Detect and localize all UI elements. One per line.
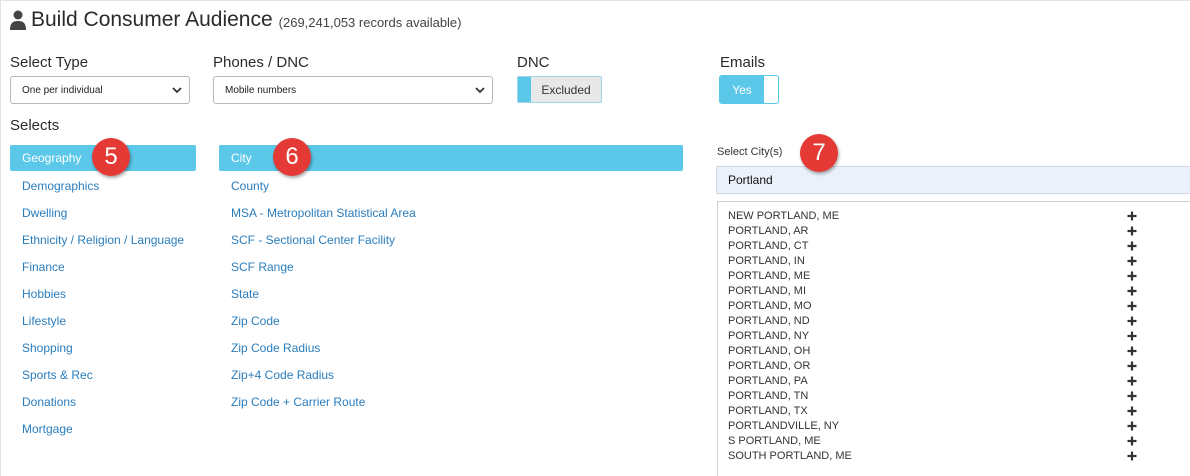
plus-icon[interactable] — [1127, 361, 1137, 371]
option-county[interactable]: County — [231, 179, 269, 193]
city-result-row[interactable]: NEW PORTLAND, ME — [728, 210, 1138, 225]
category-mortgage[interactable]: Mortgage — [22, 422, 73, 436]
city-result-row[interactable]: PORTLAND, TX — [728, 405, 1138, 420]
plus-icon[interactable] — [1127, 406, 1137, 416]
category-hobbies[interactable]: Hobbies — [22, 287, 66, 301]
category-sports-rec[interactable]: Sports & Rec — [22, 368, 93, 382]
city-result-row[interactable]: S PORTLAND, ME — [728, 435, 1138, 450]
city-select-label: Select City(s) — [717, 146, 783, 158]
select-type-dropdown[interactable]: One per individual — [10, 76, 190, 104]
city-result-label: S PORTLAND, ME — [728, 435, 821, 447]
city-result-row[interactable]: PORTLAND, CT — [728, 240, 1138, 255]
option-state[interactable]: State — [231, 287, 259, 301]
city-search-input[interactable]: Portland — [716, 166, 1190, 194]
city-result-label: PORTLAND, IN — [728, 255, 805, 267]
phones-dnc-label: Phones / DNC — [213, 54, 309, 71]
plus-icon[interactable] — [1127, 436, 1137, 446]
plus-icon[interactable] — [1127, 346, 1137, 356]
plus-icon[interactable] — [1127, 301, 1137, 311]
city-result-label: PORTLAND, NY — [728, 330, 810, 342]
city-result-label: PORTLAND, PA — [728, 375, 808, 387]
city-result-label: PORTLAND, TN — [728, 390, 809, 402]
option-zip-code-radius[interactable]: Zip Code Radius — [231, 341, 320, 355]
step-badge-6: 6 — [273, 138, 311, 176]
plus-icon[interactable] — [1127, 331, 1137, 341]
dnc-toggle-knob — [518, 77, 531, 102]
city-result-label: PORTLAND, MO — [728, 300, 812, 312]
plus-icon[interactable] — [1127, 376, 1137, 386]
step-badge-5: 5 — [92, 138, 130, 176]
city-result-row[interactable]: PORTLAND, IN — [728, 255, 1138, 270]
option-msa[interactable]: MSA - Metropolitan Statistical Area — [231, 206, 416, 220]
category-shopping[interactable]: Shopping — [22, 341, 73, 355]
dnc-toggle-value: Excluded — [541, 82, 591, 97]
option-zip-code[interactable]: Zip Code — [231, 314, 280, 328]
plus-icon[interactable] — [1127, 256, 1137, 266]
city-search-value: Portland — [728, 173, 773, 187]
city-result-label: PORTLAND, MI — [728, 285, 807, 297]
option-scf[interactable]: SCF - Sectional Center Facility — [231, 233, 395, 247]
city-result-label: PORTLAND, ME — [728, 270, 811, 282]
page-header: Build Consumer Audience (269,241,053 rec… — [10, 6, 462, 34]
plus-icon[interactable] — [1127, 451, 1137, 461]
city-result-row[interactable]: PORTLAND, OR — [728, 360, 1138, 375]
city-result-label: PORTLAND, OR — [728, 360, 811, 372]
city-result-row[interactable]: PORTLAND, ND — [728, 315, 1138, 330]
category-donations[interactable]: Donations — [22, 395, 76, 409]
step-badge-7: 7 — [800, 134, 838, 172]
city-result-label: PORTLAND, ND — [728, 315, 810, 327]
option-zip4-code-radius[interactable]: Zip+4 Code Radius — [231, 368, 334, 382]
chevron-down-icon — [475, 87, 485, 94]
city-result-label: PORTLAND, CT — [728, 240, 809, 252]
select-type-label: Select Type — [10, 54, 89, 71]
city-result-row[interactable]: PORTLANDVILLE, NY — [728, 420, 1138, 435]
city-result-row[interactable]: PORTLAND, PA — [728, 375, 1138, 390]
option-zip-carrier-route[interactable]: Zip Code + Carrier Route — [231, 395, 365, 409]
city-results-list: NEW PORTLAND, ME PORTLAND, AR PORTLAND, CT… — [717, 201, 1190, 476]
city-result-label: PORTLANDVILLE, NY — [728, 420, 840, 432]
city-result-row[interactable]: PORTLAND, TN — [728, 390, 1138, 405]
plus-icon[interactable] — [1127, 286, 1137, 296]
category-lifestyle[interactable]: Lifestyle — [22, 314, 66, 328]
category-demographics[interactable]: Demographics — [22, 179, 99, 193]
city-result-label: PORTLAND, OH — [728, 345, 811, 357]
category-dwelling[interactable]: Dwelling — [22, 206, 67, 220]
emails-toggle-knob — [764, 76, 778, 103]
option-scf-range[interactable]: SCF Range — [231, 260, 294, 274]
select-type-value: One per individual — [22, 84, 103, 96]
phones-dnc-dropdown[interactable]: Mobile numbers — [213, 76, 493, 104]
city-result-row[interactable]: PORTLAND, OH — [728, 345, 1138, 360]
user-icon — [10, 10, 26, 30]
city-result-label: PORTLAND, AR — [728, 225, 809, 237]
city-result-row[interactable]: PORTLAND, AR — [728, 225, 1138, 240]
city-result-row[interactable]: SOUTH PORTLAND, ME — [728, 450, 1138, 465]
city-result-row[interactable]: PORTLAND, MI — [728, 285, 1138, 300]
records-count: (269,241,053 records available) — [278, 14, 462, 30]
city-result-row[interactable]: PORTLAND, ME — [728, 270, 1138, 285]
plus-icon[interactable] — [1127, 421, 1137, 431]
category-finance[interactable]: Finance — [22, 260, 65, 274]
plus-icon[interactable] — [1127, 271, 1137, 281]
city-result-label: PORTLAND, TX — [728, 405, 808, 417]
dnc-toggle[interactable]: Excluded — [517, 76, 602, 103]
phones-dnc-value: Mobile numbers — [225, 84, 297, 96]
plus-icon[interactable] — [1127, 391, 1137, 401]
city-result-label: SOUTH PORTLAND, ME — [728, 450, 852, 462]
category-ethnicity[interactable]: Ethnicity / Religion / Language — [22, 233, 184, 247]
page-title: Build Consumer Audience — [31, 8, 273, 31]
plus-icon[interactable] — [1127, 316, 1137, 326]
plus-icon[interactable] — [1127, 241, 1137, 251]
emails-toggle[interactable]: Yes — [719, 75, 779, 104]
plus-icon[interactable] — [1127, 226, 1137, 236]
chevron-down-icon — [172, 87, 182, 94]
selects-heading: Selects — [10, 117, 60, 134]
city-result-row[interactable]: PORTLAND, NY — [728, 330, 1138, 345]
dnc-label: DNC — [517, 54, 550, 71]
city-result-row[interactable]: PORTLAND, MO — [728, 300, 1138, 315]
plus-icon[interactable] — [1127, 211, 1137, 221]
emails-toggle-value: Yes — [732, 82, 752, 97]
city-result-label: NEW PORTLAND, ME — [728, 210, 840, 222]
emails-label: Emails — [720, 54, 766, 71]
